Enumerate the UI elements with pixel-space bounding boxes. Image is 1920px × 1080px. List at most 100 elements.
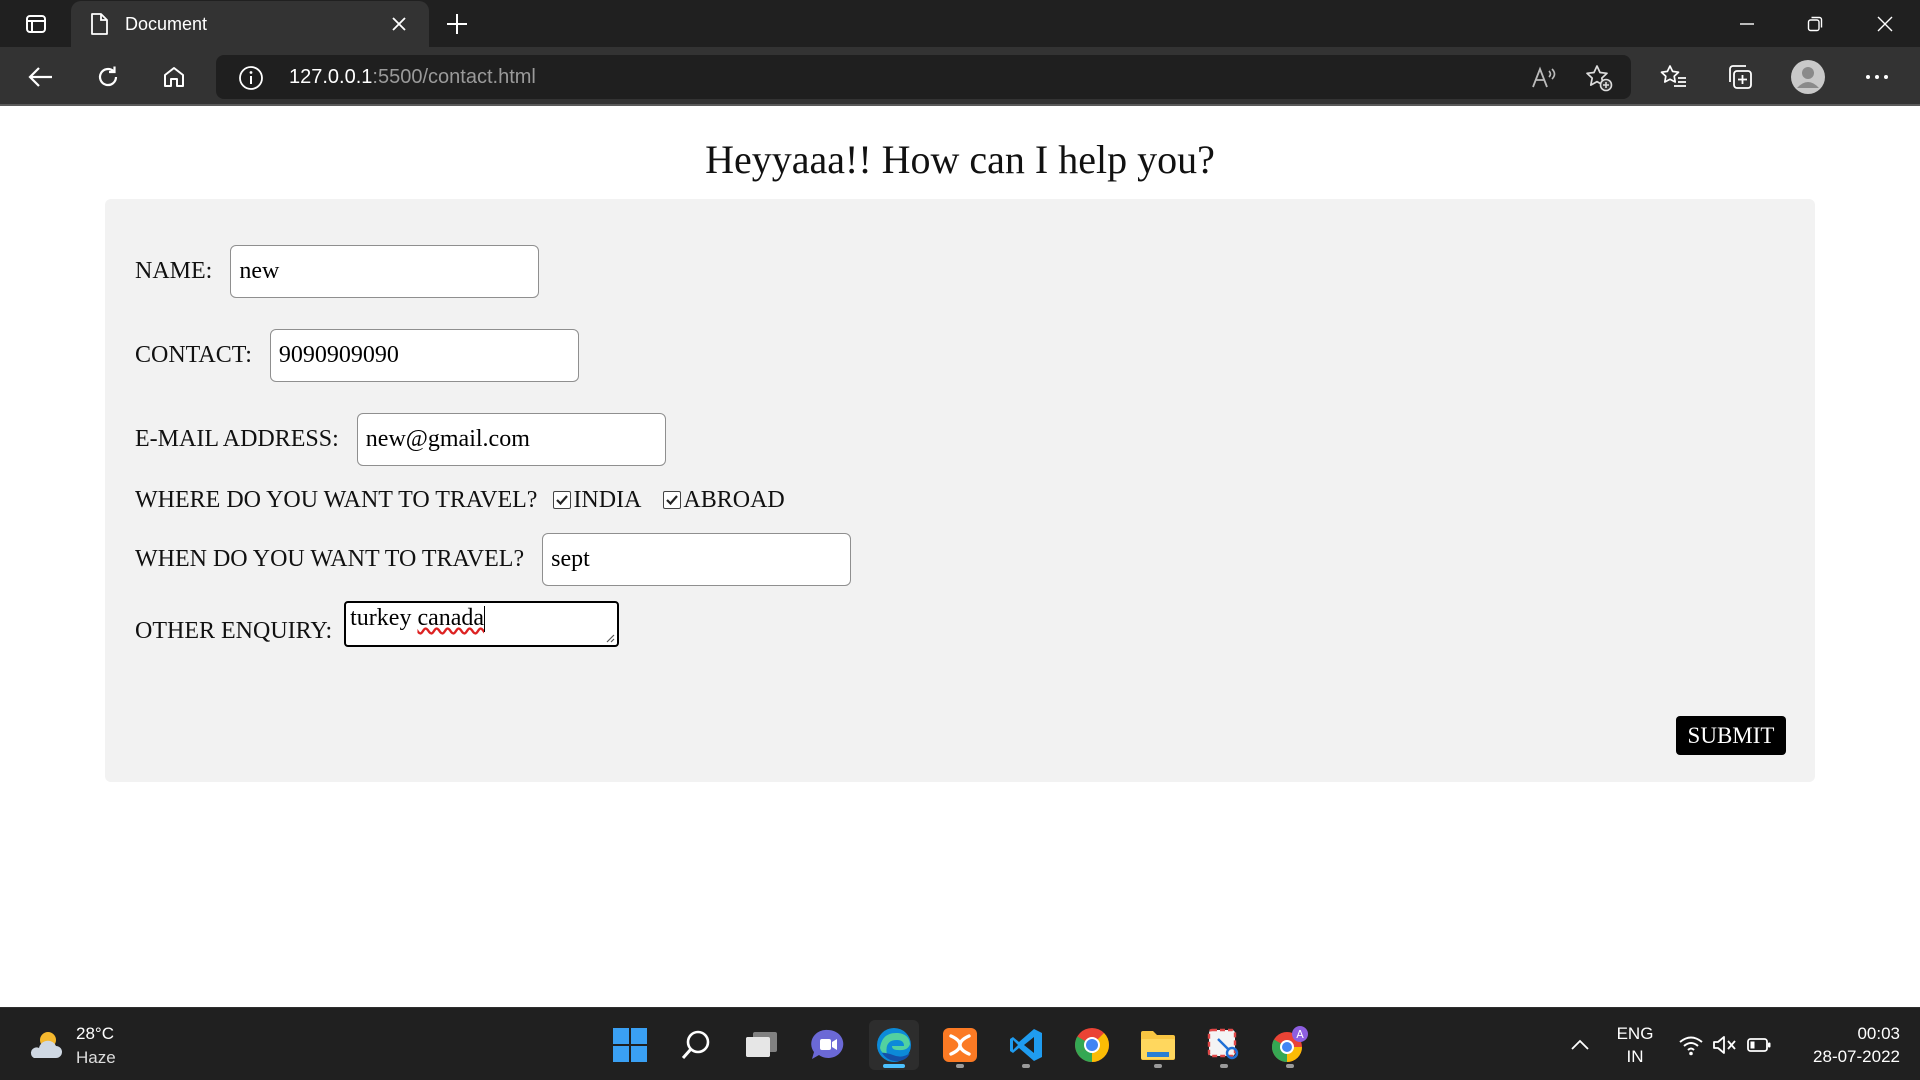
taskbar-chrome-profile[interactable]: A bbox=[1265, 1020, 1315, 1070]
taskbar-snipping-tool[interactable] bbox=[1199, 1020, 1249, 1070]
browser-tab-bar: Document bbox=[0, 0, 1920, 47]
read-aloud-icon bbox=[1532, 66, 1556, 88]
home-button[interactable] bbox=[153, 56, 195, 98]
show-hidden-icons-button[interactable] bbox=[1570, 1008, 1590, 1080]
close-tab-button[interactable] bbox=[385, 10, 413, 38]
text-cursor bbox=[484, 606, 486, 633]
taskbar-xampp[interactable] bbox=[935, 1020, 985, 1070]
weather-cloud-sun-icon bbox=[30, 1032, 62, 1058]
star-add-icon bbox=[1586, 65, 1613, 92]
travel-where-label: WHERE DO YOU WANT TO TRAVEL? bbox=[135, 486, 538, 513]
submit-button[interactable]: SUBMIT bbox=[1676, 716, 1786, 755]
region-code: IN bbox=[1626, 1046, 1644, 1066]
clock[interactable]: 00:03 28-07-2022 bbox=[1790, 1008, 1900, 1080]
folder-icon bbox=[1141, 1031, 1175, 1060]
enquiry-text: turkey bbox=[350, 605, 418, 631]
favorites-button[interactable] bbox=[1653, 56, 1695, 98]
wifi-icon bbox=[1679, 1036, 1703, 1055]
minimize-icon bbox=[1740, 22, 1754, 25]
task-view-button[interactable] bbox=[737, 1020, 787, 1070]
taskbar-chrome[interactable] bbox=[1067, 1020, 1117, 1070]
info-icon[interactable] bbox=[238, 65, 264, 91]
travel-where-row: WHERE DO YOU WANT TO TRAVEL? INDIA ABROA… bbox=[135, 485, 785, 515]
contact-form: NAME: CONTACT: E-MAIL ADDRESS: WHERE DO … bbox=[105, 199, 1815, 782]
task-view-icon bbox=[746, 1032, 777, 1057]
windows-taskbar: 28°C Haze A ENG IN 00:03 28-07-2022 bbox=[0, 1007, 1920, 1080]
clock-date: 28-07-2022 bbox=[1813, 1046, 1900, 1066]
collections-button[interactable] bbox=[1719, 56, 1761, 98]
weather-widget[interactable]: 28°C Haze bbox=[26, 1022, 116, 1070]
favorites-icon bbox=[1660, 65, 1686, 87]
url-host: 127.0.0.1 bbox=[289, 66, 373, 88]
back-button[interactable] bbox=[20, 56, 62, 98]
name-input[interactable] bbox=[230, 245, 540, 298]
search-button[interactable] bbox=[671, 1020, 721, 1070]
language-indicator[interactable]: ENG IN bbox=[1615, 1008, 1655, 1080]
quick-settings-button[interactable] bbox=[1678, 1008, 1772, 1080]
active-app-indicator bbox=[883, 1064, 905, 1068]
page-title: Heyyaaa!! How can I help you? bbox=[705, 137, 1215, 182]
more-horizontal-icon bbox=[1866, 75, 1888, 79]
language-code: ENG bbox=[1616, 1023, 1654, 1043]
clock-time: 00:03 bbox=[1857, 1023, 1900, 1043]
abroad-label: ABROAD bbox=[683, 486, 785, 513]
browser-tab-active[interactable]: Document bbox=[71, 1, 429, 47]
tab-actions-icon bbox=[26, 15, 46, 33]
enquiry-textarea[interactable]: turkey canada bbox=[344, 601, 620, 647]
plus-icon bbox=[447, 14, 467, 34]
resize-grip-icon[interactable] bbox=[605, 633, 615, 643]
name-label: NAME: bbox=[135, 258, 213, 284]
arrow-left-icon bbox=[28, 67, 52, 87]
enquiry-row: OTHER ENQUIRY: turkey canada bbox=[135, 601, 620, 647]
chrome-profile-icon: A bbox=[1271, 1026, 1308, 1062]
settings-more-button[interactable] bbox=[1856, 56, 1898, 98]
vscode-icon bbox=[1010, 1029, 1042, 1061]
add-favorite-button[interactable] bbox=[1585, 64, 1613, 92]
running-indicator bbox=[1022, 1064, 1030, 1068]
battery-icon bbox=[1747, 1037, 1771, 1052]
profile-button[interactable] bbox=[1787, 56, 1829, 98]
browser-toolbar: 127.0.0.1:5500/contact.html bbox=[0, 47, 1920, 106]
avatar-icon bbox=[1791, 60, 1825, 94]
abroad-checkbox-option[interactable]: ABROAD bbox=[663, 486, 785, 514]
taskbar-edge[interactable] bbox=[869, 1020, 919, 1070]
taskbar-vscode[interactable] bbox=[1001, 1020, 1051, 1070]
close-icon bbox=[392, 17, 406, 31]
travel-when-row: WHEN DO YOU WANT TO TRAVEL? bbox=[135, 533, 852, 586]
india-checkbox[interactable] bbox=[553, 491, 572, 509]
abroad-checkbox[interactable] bbox=[663, 491, 682, 509]
tab-actions-button[interactable] bbox=[18, 10, 54, 38]
teams-chat-button[interactable] bbox=[803, 1020, 853, 1070]
close-window-button[interactable] bbox=[1851, 0, 1919, 47]
close-icon bbox=[1877, 16, 1893, 31]
travel-when-label: WHEN DO YOU WANT TO TRAVEL? bbox=[135, 546, 525, 572]
restore-button[interactable] bbox=[1781, 0, 1849, 47]
weather-temperature: 28°C bbox=[76, 1024, 114, 1043]
taskbar-file-explorer[interactable] bbox=[1133, 1020, 1183, 1070]
running-indicator bbox=[1286, 1064, 1294, 1068]
search-icon bbox=[681, 1030, 710, 1059]
email-label: E-MAIL ADDRESS: bbox=[135, 426, 339, 452]
running-indicator bbox=[956, 1064, 964, 1068]
new-tab-button[interactable] bbox=[440, 8, 474, 40]
email-input[interactable] bbox=[356, 413, 666, 466]
windows-logo-icon bbox=[613, 1028, 647, 1062]
name-row: NAME: bbox=[135, 245, 540, 298]
snipping-tool-icon bbox=[1207, 1028, 1239, 1060]
enquiry-text-misspelled: canada bbox=[417, 605, 485, 631]
address-bar[interactable]: 127.0.0.1:5500/contact.html bbox=[216, 55, 1631, 99]
edge-browser-icon bbox=[877, 1028, 911, 1062]
enquiry-label: OTHER ENQUIRY: bbox=[135, 618, 333, 644]
contact-input[interactable] bbox=[269, 329, 579, 382]
xampp-icon bbox=[943, 1028, 977, 1062]
read-aloud-button[interactable] bbox=[1530, 64, 1558, 92]
url-text[interactable]: 127.0.0.1:5500/contact.html bbox=[289, 55, 536, 99]
running-indicator bbox=[1220, 1064, 1228, 1068]
refresh-button[interactable] bbox=[87, 56, 129, 98]
collections-icon bbox=[1729, 65, 1752, 89]
minimize-button[interactable] bbox=[1713, 0, 1781, 47]
india-checkbox-option[interactable]: INDIA bbox=[553, 487, 641, 514]
email-row: E-MAIL ADDRESS: bbox=[135, 413, 666, 466]
start-button[interactable] bbox=[605, 1020, 655, 1070]
travel-when-input[interactable] bbox=[542, 533, 852, 586]
